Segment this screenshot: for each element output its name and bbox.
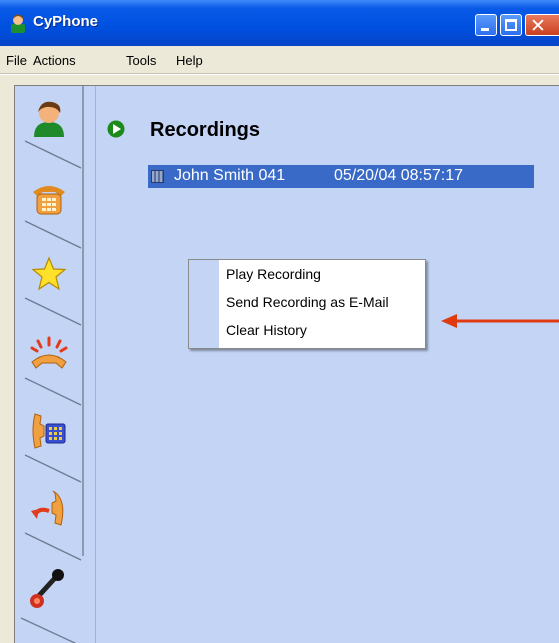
recording-row[interactable]: John Smith 041 05/20/04 08:57:17: [148, 165, 534, 188]
recording-file-icon: [151, 170, 164, 183]
menu-item-send-recording-email[interactable]: Send Recording as E-Mail: [226, 294, 389, 310]
menu-item-play-recording[interactable]: Play Recording: [226, 266, 321, 282]
recording-name: John Smith 041: [174, 167, 286, 184]
menu-tools[interactable]: Tools: [126, 53, 156, 68]
window-title: CyPhone: [33, 13, 99, 30]
page-title: Recordings: [150, 119, 261, 141]
context-menu-gutter: [189, 260, 219, 348]
tab-strip: [15, 86, 100, 643]
phone-keypad-icon[interactable]: [31, 412, 67, 450]
panel-border: [95, 86, 96, 643]
main-content: Recordings John Smith 041 05/20/04 08:57…: [14, 85, 559, 643]
client-area: Recordings John Smith 041 05/20/04 08:57…: [0, 75, 559, 643]
minimize-button[interactable]: [475, 14, 497, 36]
close-button[interactable]: ✕: [525, 14, 559, 37]
dialpad-phone-icon[interactable]: [31, 180, 67, 216]
ringing-phone-icon[interactable]: [29, 336, 69, 372]
recording-datetime: 05/20/04 08:57:17: [334, 167, 464, 184]
menu-file[interactable]: File: [6, 53, 27, 68]
maximize-icon: [505, 19, 517, 31]
context-menu: Play Recording Send Recording as E-Mail …: [188, 259, 426, 349]
close-icon: ✕: [530, 15, 546, 37]
favorites-star-icon[interactable]: [31, 256, 67, 292]
menu-bar: File Actions Tools Help: [0, 46, 559, 74]
call-back-icon[interactable]: [29, 489, 69, 529]
play-arrow-icon: [107, 120, 125, 138]
minimize-icon: [481, 28, 489, 31]
microphone-icon[interactable]: [25, 566, 69, 610]
menu-help[interactable]: Help: [176, 53, 203, 68]
maximize-button[interactable]: [500, 14, 522, 36]
title-bar[interactable]: CyPhone ✕: [0, 0, 559, 46]
contacts-icon[interactable]: [31, 100, 67, 138]
annotation-arrow-icon: [441, 314, 559, 328]
menu-actions[interactable]: Actions: [33, 53, 76, 68]
app-icon: [11, 14, 25, 33]
menu-item-clear-history[interactable]: Clear History: [226, 322, 307, 338]
